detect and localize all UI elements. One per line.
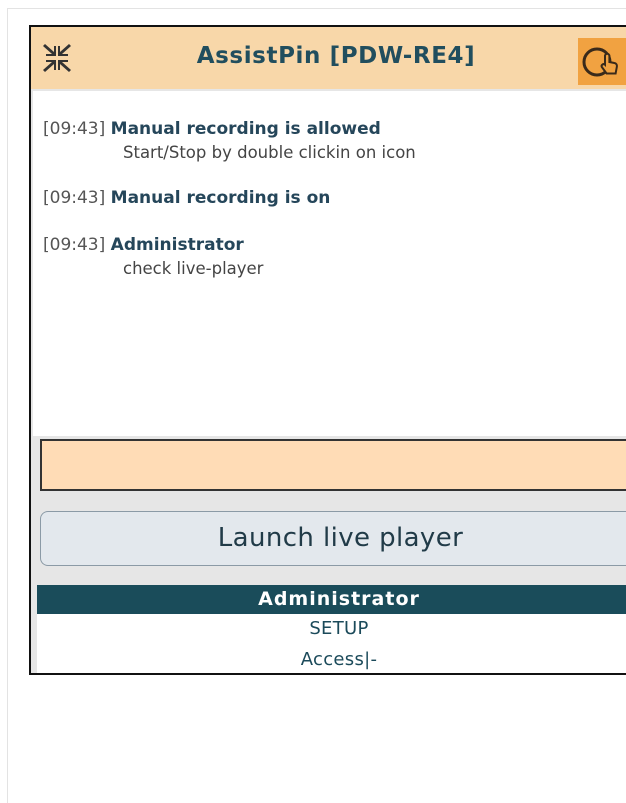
menu-links: SETUP Access|-: [37, 614, 626, 673]
log-entry: [09:43] Administrator check live-player: [43, 233, 263, 278]
assistpin-widget: AssistPin [PDW-RE4] [09:43] Manual recor…: [29, 25, 626, 675]
log-detail: check live-player: [123, 259, 264, 278]
log-message: Manual recording is allowed: [110, 119, 381, 139]
widget-title: AssistPin [PDW-RE4]: [196, 43, 476, 69]
log-message: Administrator: [110, 235, 244, 255]
log-entry: [09:43] Manual recording is allowed Star…: [43, 117, 416, 162]
widget-header: AssistPin [PDW-RE4]: [31, 27, 626, 89]
message-log: [09:43] Manual recording is allowed Star…: [33, 91, 626, 436]
access-link[interactable]: Access|-: [37, 649, 626, 670]
log-time: [09:43]: [43, 119, 106, 139]
setup-link[interactable]: SETUP: [37, 618, 626, 639]
log-time: [09:43]: [43, 235, 106, 255]
launch-live-player-button[interactable]: Launch live player: [40, 511, 626, 566]
role-banner: Administrator: [37, 585, 626, 614]
log-entry: [09:43] Manual recording is on: [43, 186, 330, 210]
message-input[interactable]: [40, 439, 626, 491]
log-message: Manual recording is on: [110, 188, 331, 208]
log-time: [09:43]: [43, 188, 106, 208]
log-detail: Start/Stop by double clickin on icon: [123, 143, 416, 162]
touch-circle-icon[interactable]: [578, 38, 626, 85]
collapse-arrows-icon[interactable]: [43, 44, 71, 72]
